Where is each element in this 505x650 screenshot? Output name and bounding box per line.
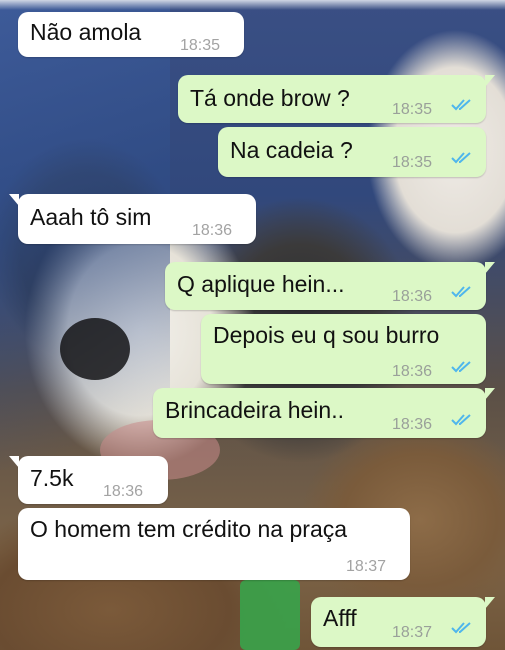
- message-time: 18:36: [103, 483, 144, 500]
- message-bubble-outgoing[interactable]: Tá onde brow ? 18:35: [178, 75, 495, 123]
- message-time: 18:37: [392, 624, 433, 641]
- double-check-icon: [451, 414, 471, 426]
- message-bubble-outgoing[interactable]: Afff 18:37: [311, 597, 495, 647]
- message-time: 18:36: [392, 363, 433, 380]
- double-check-icon: [451, 361, 471, 373]
- message-bubble-incoming[interactable]: Não amola 18:35: [18, 12, 244, 57]
- message-text: Brincadeira hein..: [165, 397, 344, 423]
- message-bubble-outgoing[interactable]: Na cadeia ? 18:35: [218, 127, 486, 177]
- message-time: 18:36: [392, 416, 433, 433]
- message-time: 18:36: [392, 288, 433, 305]
- double-check-icon: [451, 286, 471, 298]
- message-text: O homem tem crédito na praça: [30, 516, 348, 542]
- message-text: Tá onde brow ?: [190, 85, 350, 111]
- message-text: Depois eu q sou burro: [213, 322, 440, 348]
- message-text: 7.5k: [30, 465, 74, 491]
- message-text: Aaah tô sim: [30, 204, 152, 230]
- green-toy-shape: [240, 580, 300, 650]
- message-text: Afff: [323, 605, 357, 631]
- dog-nose-shape: [60, 318, 130, 380]
- double-check-icon: [451, 99, 471, 111]
- bubble-tail: [9, 456, 19, 468]
- message-text: Q aplique hein...: [177, 271, 345, 297]
- bubble-tail: [485, 597, 495, 609]
- bubble-tail: [485, 388, 495, 400]
- message-bubble-incoming[interactable]: Aaah tô sim 18:36: [9, 194, 256, 244]
- message-bubble-outgoing[interactable]: Q aplique hein... 18:36: [165, 262, 495, 310]
- message-bubble-incoming[interactable]: 7.5k 18:36: [9, 456, 168, 504]
- message-time: 18:36: [192, 222, 233, 239]
- message-time: 18:37: [346, 558, 387, 575]
- message-text: Não amola: [30, 19, 142, 45]
- message-bubble-incoming[interactable]: O homem tem crédito na praça 18:37: [18, 508, 410, 580]
- top-strip: [0, 0, 505, 10]
- double-check-icon: [451, 622, 471, 634]
- bubble-tail: [485, 75, 495, 87]
- message-bubble-outgoing[interactable]: Depois eu q sou burro 18:36: [201, 314, 486, 384]
- message-time: 18:35: [392, 101, 433, 118]
- message-time: 18:35: [392, 154, 433, 171]
- bubble-tail: [9, 194, 19, 206]
- message-text: Na cadeia ?: [230, 137, 353, 163]
- double-check-icon: [451, 152, 471, 164]
- bubble-tail: [485, 262, 495, 274]
- message-bubble-outgoing[interactable]: Brincadeira hein.. 18:36: [153, 388, 495, 438]
- message-time: 18:35: [180, 37, 221, 54]
